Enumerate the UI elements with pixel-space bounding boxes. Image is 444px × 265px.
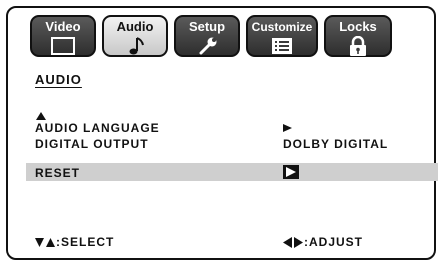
selection-highlight-bar (26, 163, 438, 181)
tab-locks[interactable]: Locks (324, 15, 392, 57)
menu-title: AUDIO (35, 72, 82, 87)
padlock-icon (350, 36, 366, 56)
menu-tab-bar: Video Audio Setup Customize Locks (30, 15, 420, 59)
screen-icon (51, 37, 75, 55)
tab-audio-label: Audio (116, 19, 154, 34)
menu-item-digital-output[interactable]: DIGITAL OUTPUT (35, 137, 149, 151)
left-right-arrows-icon (283, 237, 303, 248)
play-arrow-icon (286, 167, 296, 177)
tab-customize[interactable]: Customize (246, 15, 318, 57)
menu-item-reset[interactable]: RESET (35, 166, 80, 180)
music-note-icon (129, 37, 144, 55)
list-icon (272, 38, 292, 54)
reset-enter-button[interactable] (283, 165, 299, 179)
tab-setup[interactable]: Setup (174, 15, 240, 57)
tab-audio[interactable]: Audio (102, 15, 168, 57)
scroll-up-arrow-icon (36, 112, 46, 120)
submenu-arrow-icon (283, 124, 292, 132)
menu-item-audio-language[interactable]: AUDIO LANGUAGE (35, 121, 160, 135)
down-up-arrows-icon (35, 238, 55, 247)
adjust-hint: :ADJUST (304, 235, 364, 249)
wrench-icon (199, 37, 217, 55)
tab-video-label: Video (45, 19, 81, 34)
tab-locks-label: Locks (339, 19, 377, 34)
tab-customize-label: Customize (251, 20, 313, 34)
tab-video[interactable]: Video (30, 15, 96, 57)
digital-output-value: DOLBY DIGITAL (283, 137, 389, 151)
tab-setup-label: Setup (188, 19, 226, 34)
select-hint: :SELECT (56, 235, 115, 249)
